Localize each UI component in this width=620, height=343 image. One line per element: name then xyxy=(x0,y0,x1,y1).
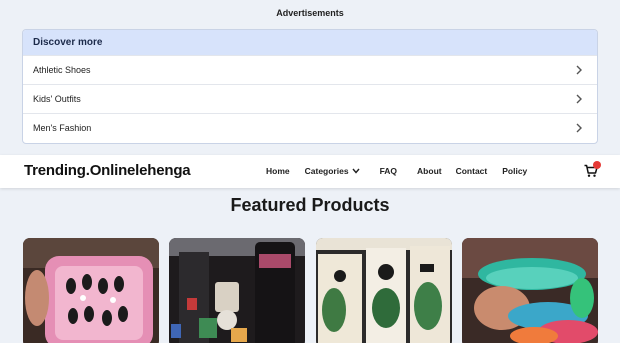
nav-categories-dropdown[interactable]: Categories xyxy=(305,166,360,176)
site-logo[interactable]: Trending.Onlinelehenga xyxy=(24,162,191,179)
product-image xyxy=(23,238,159,343)
product-image xyxy=(316,238,452,343)
product-card[interactable] xyxy=(23,238,159,343)
site-header: Trending.Onlinelehenga Home Categories F… xyxy=(0,155,620,188)
product-card[interactable] xyxy=(316,238,452,343)
discover-item-label: Athletic Shoes xyxy=(33,65,91,75)
discover-item-mens-fashion[interactable]: Men's Fashion xyxy=(23,113,597,142)
nav-policy-link[interactable]: Policy xyxy=(502,166,527,176)
nav-faq-link[interactable]: FAQ xyxy=(380,166,397,176)
nav-about-link[interactable]: About xyxy=(417,166,442,176)
chevron-right-icon xyxy=(573,122,585,134)
nav-categories-label: Categories xyxy=(304,166,349,176)
cart-badge xyxy=(593,161,601,169)
nav-home-link[interactable]: Home xyxy=(266,166,290,176)
discover-more-panel: Discover more Athletic Shoes Kids' Outfi… xyxy=(22,29,598,144)
product-card[interactable] xyxy=(462,238,598,343)
discover-item-athletic-shoes[interactable]: Athletic Shoes xyxy=(23,55,597,84)
advertisements-label: Advertisements xyxy=(276,8,344,18)
chevron-right-icon xyxy=(573,64,585,76)
discover-more-title: Discover more xyxy=(23,30,597,55)
main-nav: Home Categories FAQ About Contact Policy xyxy=(266,166,527,176)
product-image xyxy=(169,238,305,343)
discover-item-kids-outfits[interactable]: Kids' Outfits xyxy=(23,84,597,113)
discover-item-label: Men's Fashion xyxy=(33,123,92,133)
product-card[interactable] xyxy=(169,238,305,343)
nav-contact-link[interactable]: Contact xyxy=(456,166,488,176)
discover-item-label: Kids' Outfits xyxy=(33,94,81,104)
featured-products-title: Featured Products xyxy=(230,195,390,215)
chevron-right-icon xyxy=(573,93,585,105)
chevron-down-icon xyxy=(352,168,360,174)
product-image xyxy=(462,238,598,343)
